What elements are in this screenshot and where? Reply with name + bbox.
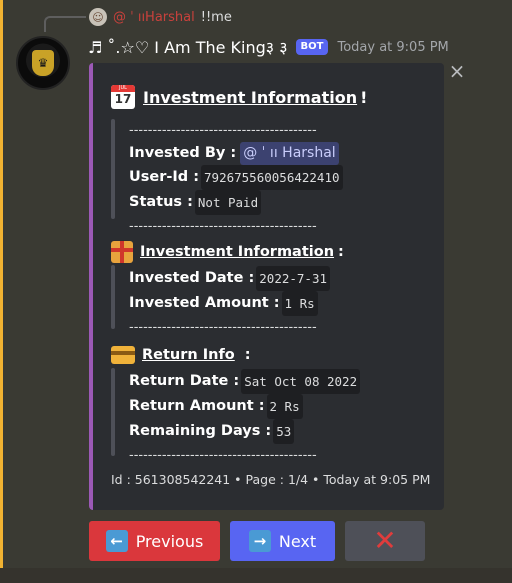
investment-section-title: Investment Information — [140, 244, 335, 260]
embed-title-row: JUL 17 Investment Information ! — [111, 85, 367, 109]
bot-avatar[interactable]: ♛ — [16, 36, 70, 90]
status-row: Status : Not Paid — [129, 190, 343, 215]
invested-amount-row: Invested Amount : 1 Rs — [129, 291, 330, 316]
arrow-left-icon: ← — [105, 530, 128, 552]
return-date-value: Sat Oct 08 2022 — [241, 369, 361, 394]
close-x-icon: ✕ — [373, 524, 397, 557]
highlight-bar — [0, 0, 3, 568]
status-label: Status : — [129, 194, 193, 210]
credit-card-icon — [111, 346, 135, 364]
return-date-label: Return Date : — [129, 373, 240, 389]
quote-bar-1 — [111, 119, 115, 219]
invested-by-label: Invested By : — [129, 145, 237, 161]
embed-title: Investment Information — [143, 87, 358, 107]
bottom-strip — [0, 568, 512, 583]
arrow-right-icon: → — [248, 530, 271, 552]
user-id-label: User-Id : — [129, 169, 200, 185]
reply-username[interactable]: @ ˈ ııHarshal — [113, 10, 195, 25]
investment-block: Invested Date : 2022-7-31 Invested Amoun… — [129, 266, 330, 339]
bot-tag: BOT — [295, 39, 329, 55]
divider-line: ---------------------------------------- — [129, 320, 317, 335]
user-id-row: User-Id : 792675560056422410 — [129, 165, 343, 190]
invested-by-row: Invested By : @ ˈ ıı Harshal — [129, 142, 343, 165]
quote-bar-2 — [111, 265, 115, 329]
investor-block: ----------------------------------------… — [129, 119, 343, 238]
close-button[interactable]: ✕ — [345, 521, 425, 561]
divider-line: ---------------------------------------- — [129, 448, 317, 463]
message-header: ♬ ˚.☆♡ I Am The King३ ३ BOT Today at 9:0… — [88, 35, 449, 59]
invested-amount-value: 1 Rs — [281, 291, 318, 316]
dismiss-embed-icon[interactable]: × — [448, 61, 466, 81]
calendar-icon: JUL 17 — [111, 85, 135, 109]
invested-date-value: 2022-7-31 — [256, 266, 330, 291]
bot-username[interactable]: ♬ ˚.☆♡ I Am The King३ ३ — [88, 36, 288, 58]
next-button[interactable]: → Next — [230, 521, 335, 561]
reply-text[interactable]: !!me — [201, 10, 232, 25]
return-section-title: Return Info — [142, 347, 235, 363]
divider-line: ---------------------------------------- — [129, 219, 317, 234]
return-date-row: Return Date : Sat Oct 08 2022 — [129, 369, 361, 394]
reply-avatar[interactable]: ☺ — [89, 8, 107, 26]
invested-date-label: Invested Date : — [129, 270, 255, 286]
return-block: Return Date : Sat Oct 08 2022 Return Amo… — [129, 369, 361, 467]
message-timestamp: Today at 9:05 PM — [337, 39, 449, 55]
remaining-days-value: 53 — [273, 419, 295, 444]
return-amount-label: Return Amount : — [129, 398, 265, 414]
user-id-value: 792675560056422410 — [201, 165, 343, 190]
return-amount-value: 2 Rs — [266, 394, 303, 419]
previous-button-label: Previous — [135, 531, 204, 551]
invested-date-row: Invested Date : 2022-7-31 — [129, 266, 330, 291]
next-button-label: Next — [278, 531, 317, 551]
remaining-days-label: Remaining Days : — [129, 423, 272, 439]
quote-bar-3 — [111, 368, 115, 456]
investment-section-header: Investment Information : — [111, 241, 344, 263]
embed-footer: Id : 561308542241 • Page : 1/4 • Today a… — [111, 472, 431, 487]
divider-line: ---------------------------------------- — [129, 123, 317, 138]
investment-embed: JUL 17 Investment Information ! --------… — [89, 63, 444, 510]
embed-title-suffix: ! — [360, 87, 368, 107]
invested-amount-label: Invested Amount : — [129, 295, 280, 311]
reply-spine — [44, 16, 86, 32]
reply-reference[interactable]: ☺ @ ˈ ııHarshal !!me — [89, 7, 232, 27]
status-value: Not Paid — [194, 190, 262, 215]
gift-icon — [111, 241, 133, 263]
return-amount-row: Return Amount : 2 Rs — [129, 394, 360, 419]
remaining-days-row: Remaining Days : 53 — [129, 419, 360, 444]
previous-button[interactable]: ← Previous — [89, 521, 220, 561]
return-section-header: Return Info : — [111, 346, 251, 364]
avatar-emblem-icon: ♛ — [32, 50, 54, 76]
invested-by-mention[interactable]: @ ˈ ıı Harshal — [240, 142, 339, 165]
